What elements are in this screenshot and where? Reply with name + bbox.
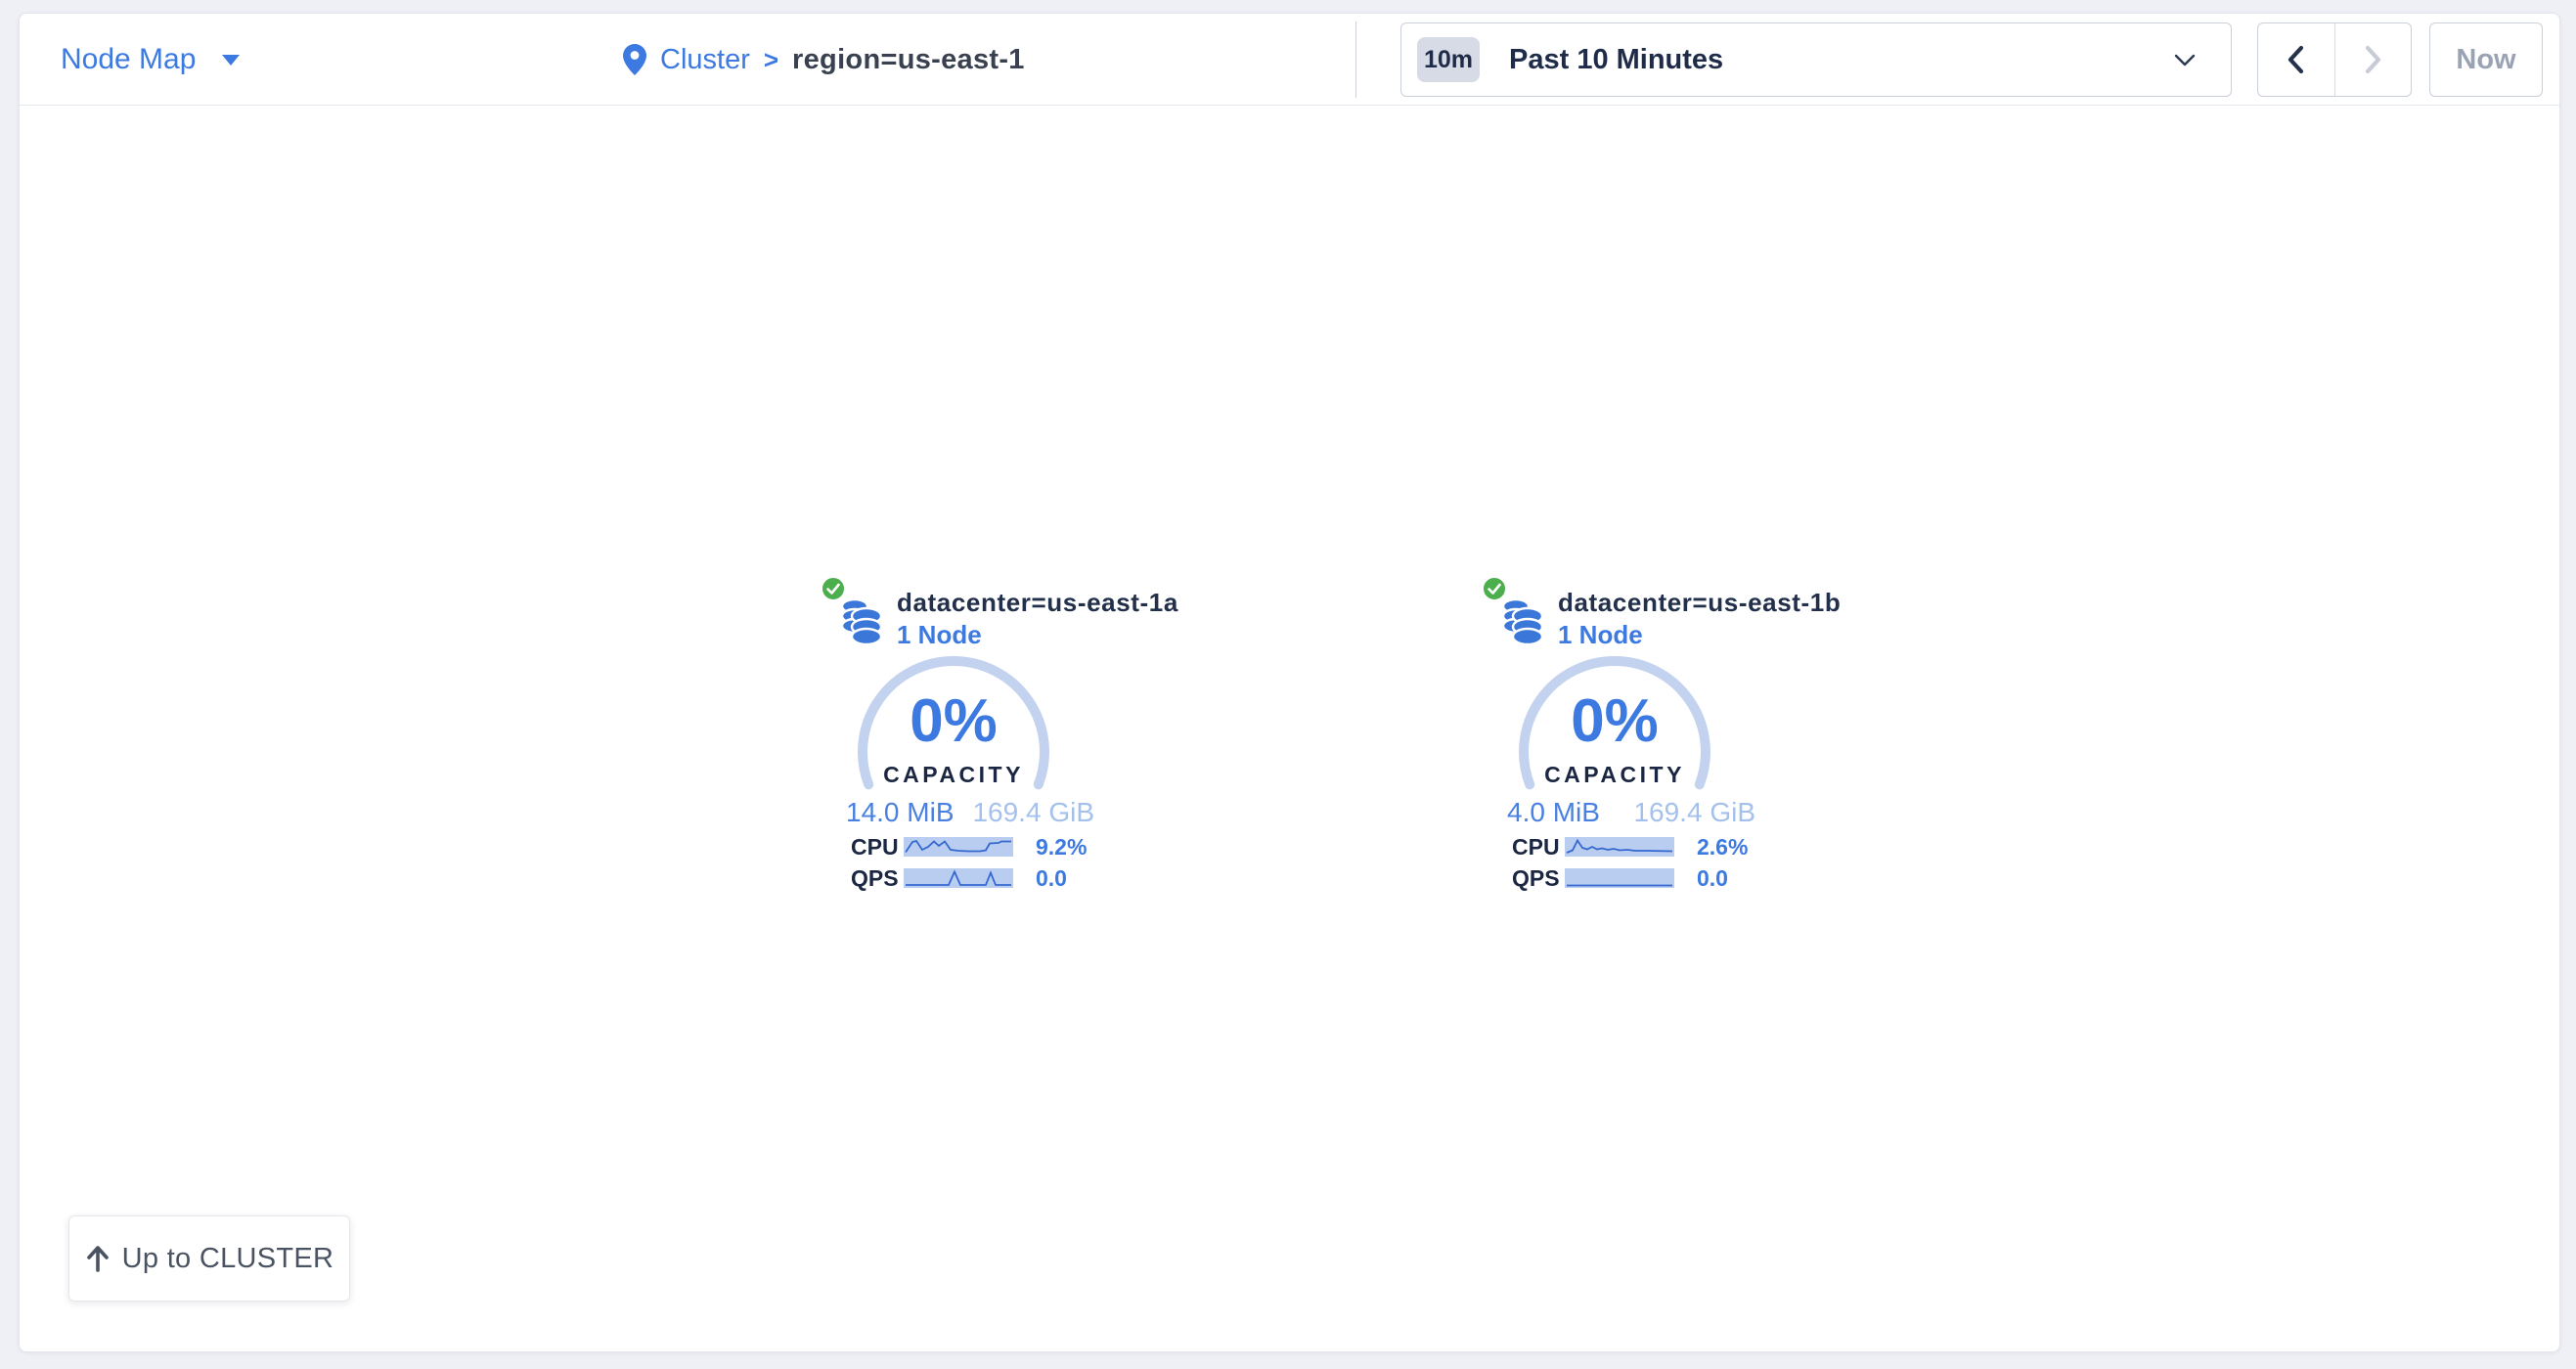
qps-value: 0.0 bbox=[1036, 865, 1067, 892]
capacity-percent: 0% bbox=[1512, 691, 1717, 752]
qps-metric-row: QPS 0.0 bbox=[1512, 867, 1756, 889]
time-range-badge: 10m bbox=[1417, 37, 1480, 82]
capacity-values: 4.0 MiB 169.4 GiB bbox=[1507, 797, 1755, 828]
time-range-label: Past 10 Minutes bbox=[1509, 44, 1723, 76]
qps-label: QPS bbox=[1512, 865, 1565, 892]
datacenter-card-us-east-1b[interactable]: datacenter=us-east-1b 1 Node 0% CAPACITY… bbox=[1484, 576, 1777, 908]
chevron-right-icon bbox=[2362, 44, 2383, 75]
breadcrumb-current-region: region=us-east-1 bbox=[792, 44, 1025, 76]
arrow-up-icon bbox=[85, 1245, 111, 1272]
time-step-buttons bbox=[2257, 22, 2412, 97]
header-divider bbox=[1355, 22, 1356, 98]
breadcrumb-cluster-link[interactable]: Cluster bbox=[660, 44, 750, 76]
qps-value: 0.0 bbox=[1697, 865, 1728, 892]
cpu-sparkline bbox=[1565, 837, 1674, 857]
time-next-button[interactable] bbox=[2334, 23, 2412, 96]
capacity-total: 169.4 GiB bbox=[1633, 797, 1755, 828]
cpu-sparkline bbox=[904, 837, 1013, 857]
qps-metric-row: QPS 0.0 bbox=[851, 867, 1095, 889]
datacenter-node-count: 1 Node bbox=[1558, 620, 1643, 650]
datacenter-title: datacenter=us-east-1a bbox=[897, 588, 1178, 618]
capacity-caption: CAPACITY bbox=[1512, 762, 1717, 788]
cpu-metric-row: CPU 2.6% bbox=[1512, 836, 1756, 858]
time-range-select[interactable]: 10m Past 10 Minutes bbox=[1400, 22, 2232, 97]
breadcrumb-separator: > bbox=[764, 45, 778, 75]
capacity-percent: 0% bbox=[851, 691, 1056, 752]
qps-sparkline bbox=[1565, 868, 1674, 888]
cpu-value: 9.2% bbox=[1036, 834, 1087, 861]
cpu-label: CPU bbox=[1512, 834, 1565, 861]
up-to-cluster-button[interactable]: Up to CLUSTER bbox=[68, 1215, 350, 1302]
database-stack-icon bbox=[1501, 596, 1544, 645]
capacity-used: 14.0 MiB bbox=[846, 797, 955, 828]
up-to-cluster-label: Up to CLUSTER bbox=[122, 1243, 334, 1275]
capacity-caption: CAPACITY bbox=[851, 762, 1056, 788]
cpu-label: CPU bbox=[851, 834, 904, 861]
now-button[interactable]: Now bbox=[2429, 22, 2543, 97]
capacity-values: 14.0 MiB 169.4 GiB bbox=[846, 797, 1094, 828]
capacity-total: 169.4 GiB bbox=[972, 797, 1094, 828]
qps-sparkline bbox=[904, 868, 1013, 888]
cpu-metric-row: CPU 9.2% bbox=[851, 836, 1095, 858]
cpu-value: 2.6% bbox=[1697, 834, 1748, 861]
view-switcher-label: Node Map bbox=[61, 43, 196, 76]
datacenter-node-count: 1 Node bbox=[897, 620, 982, 650]
node-map-panel: Node Map Cluster > region=us-east-1 10m … bbox=[19, 13, 2560, 1352]
map-pin-icon bbox=[623, 44, 646, 75]
datacenter-card-us-east-1a[interactable]: datacenter=us-east-1a 1 Node 0% CAPACITY… bbox=[822, 576, 1116, 908]
database-stack-icon bbox=[840, 596, 883, 645]
header-bar: Node Map Cluster > region=us-east-1 10m … bbox=[20, 14, 2559, 106]
breadcrumb: Cluster > region=us-east-1 bbox=[623, 14, 1025, 106]
view-switcher-dropdown[interactable]: Node Map bbox=[61, 14, 240, 106]
qps-label: QPS bbox=[851, 865, 904, 892]
caret-down-icon bbox=[222, 55, 240, 66]
chevron-left-icon bbox=[2286, 44, 2307, 75]
time-prev-button[interactable] bbox=[2258, 23, 2334, 96]
chevron-down-icon bbox=[2174, 54, 2196, 67]
datacenter-title: datacenter=us-east-1b bbox=[1558, 588, 1841, 618]
capacity-used: 4.0 MiB bbox=[1507, 797, 1600, 828]
